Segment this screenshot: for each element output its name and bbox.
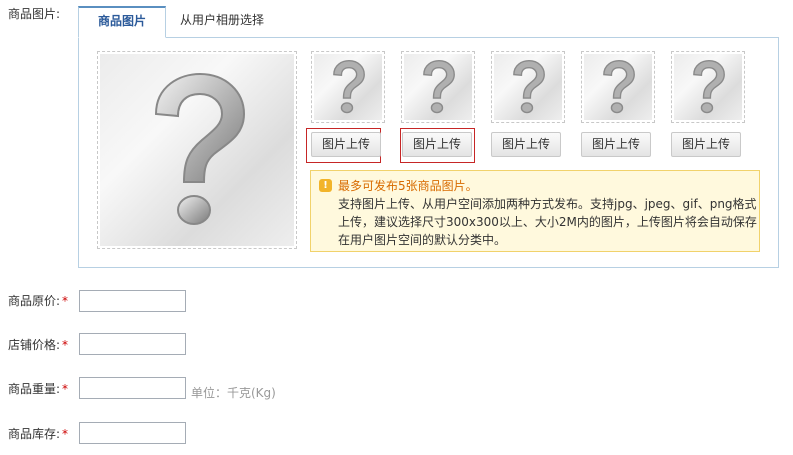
question-mark-placeholder-icon <box>154 72 246 225</box>
question-mark-placeholder-icon <box>603 60 635 114</box>
stock-label: 商品库存: * <box>8 425 68 442</box>
tab-select-from-album[interactable]: 从用户相册选择 <box>180 6 264 38</box>
tab-product-images[interactable]: 商品图片 <box>78 6 166 38</box>
weight-label: 商品重量: * <box>8 380 68 397</box>
question-mark-placeholder-icon <box>333 60 365 114</box>
store-price-input[interactable] <box>79 333 186 355</box>
upload-image-button-5[interactable]: 图片上传 <box>671 132 741 157</box>
original-price-label: 商品原价: * <box>8 292 68 309</box>
thumbnail-slot <box>491 51 565 123</box>
upload-image-button-1[interactable]: 图片上传 <box>311 132 381 157</box>
notice-line: 上传，建议选择尺寸300x300以上、大小2M内的图片，上传图片将会自动保存 <box>338 215 757 229</box>
upload-image-button-3[interactable]: 图片上传 <box>491 132 561 157</box>
weight-input[interactable] <box>79 377 186 399</box>
question-mark-placeholder-icon <box>423 60 455 114</box>
upload-image-button-2[interactable]: 图片上传 <box>402 132 472 157</box>
warning-icon: ! <box>319 179 332 192</box>
required-mark: * <box>62 294 69 308</box>
original-price-label-text: 商品原价: <box>8 294 61 308</box>
thumbnail-slot <box>401 51 475 123</box>
main-image-preview <box>97 51 297 249</box>
upload-image-button-4[interactable]: 图片上传 <box>581 132 651 157</box>
required-mark: * <box>62 338 69 352</box>
store-price-label-text: 店铺价格: <box>8 338 61 352</box>
weight-label-text: 商品重量: <box>8 382 61 396</box>
product-images-label: 商品图片: <box>8 7 61 21</box>
required-mark: * <box>62 382 69 396</box>
thumbnail-slot <box>581 51 655 123</box>
question-mark-placeholder-icon <box>693 60 725 114</box>
upload-notice: ! 最多可发布5张商品图片。 支持图片上传、从用户空间添加两种方式发布。支持jp… <box>310 170 760 252</box>
question-mark-placeholder-icon <box>513 60 545 114</box>
store-price-label: 店铺价格: * <box>8 336 68 353</box>
thumbnail-slot <box>671 51 745 123</box>
weight-unit-hint: 单位：千克(Kg) <box>191 386 276 400</box>
required-mark: * <box>62 427 69 441</box>
original-price-input[interactable] <box>79 290 186 312</box>
notice-line: 在用户图片空间的默认分类中。 <box>338 233 507 247</box>
notice-line: 支持图片上传、从用户空间添加两种方式发布。支持jpg、jpeg、gif、png格… <box>338 197 757 211</box>
stock-label-text: 商品库存: <box>8 427 61 441</box>
thumbnail-slot <box>311 51 385 123</box>
stock-input[interactable] <box>79 422 186 444</box>
notice-title: 最多可发布5张商品图片。 <box>338 179 478 193</box>
